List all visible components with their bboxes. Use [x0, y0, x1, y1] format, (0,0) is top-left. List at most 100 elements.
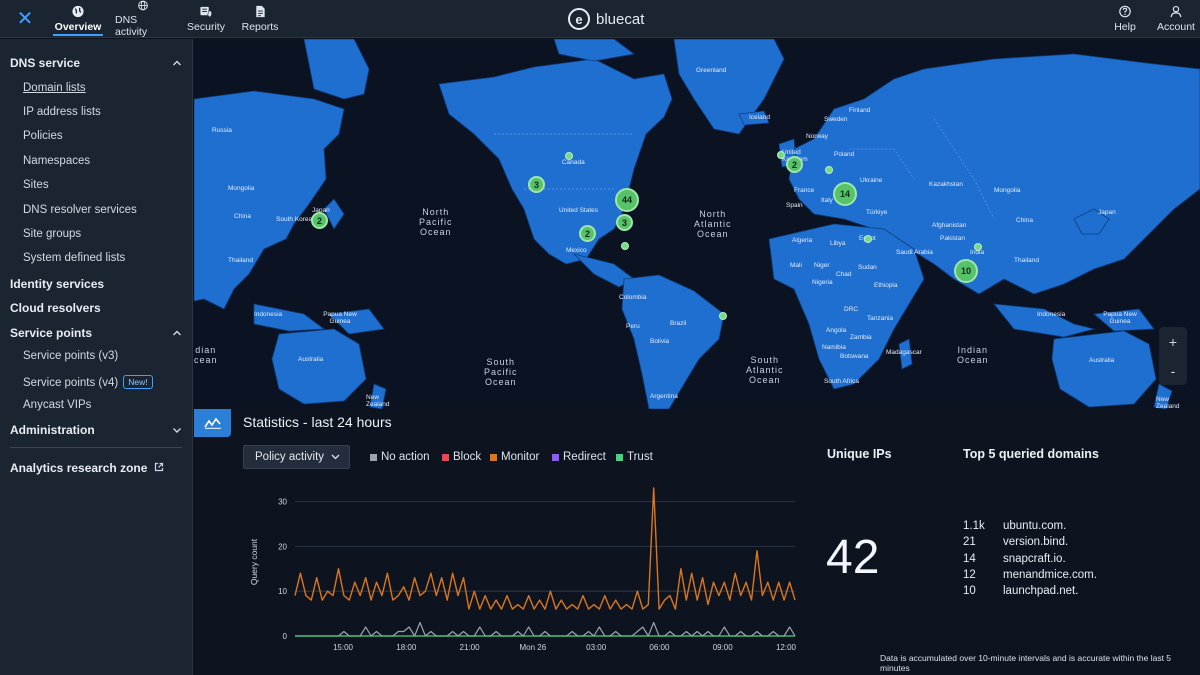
ocean-label: South Pacific Ocean [484, 357, 518, 387]
sidebar-section-cloud-resolvers[interactable]: Cloud resolvers [10, 301, 101, 315]
ocean-label: dian cean [194, 345, 218, 365]
help-icon [1119, 5, 1131, 18]
location-cluster[interactable]: 2 [786, 156, 803, 173]
statistics-icon [194, 409, 231, 437]
top5-count: 21 [963, 536, 976, 548]
top5-row[interactable]: 1.1k ubuntu.com. [963, 520, 1066, 532]
security-icon [200, 6, 212, 18]
map-label: Mexico [566, 247, 587, 254]
location-marker[interactable] [565, 152, 573, 160]
x-tick-label: 21:00 [460, 643, 481, 652]
sidebar-item-dns-resolver-services[interactable]: DNS resolver services [23, 204, 137, 216]
tab-dns-activity[interactable]: DNS activity [115, 0, 171, 38]
location-marker[interactable] [719, 312, 727, 320]
sidebar-item-domain-lists[interactable]: Domain lists [23, 82, 86, 94]
world-map[interactable]: Russia Mongolia China South Korea Japan … [194, 39, 1200, 409]
location-marker[interactable] [777, 151, 785, 159]
sidebar-section-service-points[interactable]: Service points [10, 326, 92, 340]
account-button[interactable]: Account [1156, 0, 1196, 38]
location-marker[interactable] [864, 235, 872, 243]
location-marker[interactable] [974, 243, 982, 251]
map-label: Australia [298, 356, 324, 363]
sidebar-item-site-groups[interactable]: Site groups [23, 228, 81, 240]
sidebar-section-identity-services[interactable]: Identity services [10, 277, 104, 291]
map-label: Japan [1098, 209, 1116, 216]
tab-security[interactable]: Security [187, 0, 225, 38]
top5-domain: version.bind. [1003, 536, 1069, 548]
help-label: Help [1114, 21, 1136, 33]
top5-row[interactable]: 10 launchpad.net. [963, 585, 1078, 597]
location-cluster[interactable]: 44 [615, 188, 639, 212]
map-label: Saudi Arabia [896, 249, 933, 256]
legend-redirect[interactable]: Redirect [552, 451, 606, 463]
top5-domain: menandmice.com. [1003, 569, 1097, 581]
legend-label: Redirect [563, 451, 606, 463]
bluecat-logo-icon: e [568, 8, 590, 30]
sidebar-item-ip-address-lists[interactable]: IP address lists [23, 106, 101, 118]
map-label: South Korea [276, 216, 313, 223]
legend-no-action[interactable]: No action [370, 451, 430, 463]
policy-activity-label: Policy activity [255, 451, 325, 463]
map-label: Namibia [822, 344, 846, 351]
top-bar: ✕ Overview DNS activity Security Reports… [0, 0, 1200, 38]
map-label: Libya [830, 240, 846, 247]
sidebar-item-service-points-v3[interactable]: Service points (v3) [23, 350, 118, 362]
location-cluster[interactable]: 14 [833, 182, 857, 206]
sidebar-section-administration[interactable]: Administration [10, 423, 95, 437]
top5-row[interactable]: 14 snapcraft.io. [963, 553, 1066, 565]
help-button[interactable]: Help [1112, 0, 1138, 38]
external-link-icon [154, 462, 163, 472]
location-marker[interactable] [621, 242, 629, 250]
map-label: Thailand [1014, 257, 1039, 264]
map-label: Madagascar [886, 349, 922, 356]
sidebar-item-sites[interactable]: Sites [23, 179, 49, 191]
sidebar-item-service-points-v4[interactable]: Service points (v4) New! [23, 375, 153, 389]
unique-ips-value: 42 [826, 531, 880, 584]
legend-label: Trust [627, 451, 653, 463]
map-label: Finland [849, 107, 871, 114]
map-label: Peru [626, 323, 640, 330]
legend-block[interactable]: Block [442, 451, 481, 463]
chevron-up-icon[interactable] [172, 58, 182, 68]
map-label: Papua New Guinea [1103, 311, 1137, 325]
map-label: Chad [836, 271, 852, 278]
location-cluster[interactable]: 3 [528, 176, 545, 193]
tab-reports[interactable]: Reports [242, 0, 278, 38]
map-label: Algeria [792, 237, 813, 244]
sidebar-item-anycast-vips[interactable]: Anycast VIPs [23, 399, 91, 411]
zoom-out-button[interactable]: - [1159, 356, 1187, 385]
sidebar-item-policies[interactable]: Policies [23, 130, 63, 142]
top5-row[interactable]: 21 version.bind. [963, 536, 1068, 548]
chevron-down-icon[interactable] [172, 425, 182, 435]
policy-activity-dropdown[interactable]: Policy activity [243, 445, 350, 469]
query-count-chart[interactable]: 0 10 20 30 Query count 15:00 18:00 21:00 Mon 26 0… [240, 480, 810, 655]
tab-overview[interactable]: Overview [53, 0, 103, 38]
sidebar-item-namespaces[interactable]: Namespaces [23, 155, 90, 167]
zoom-in-button[interactable]: + [1159, 327, 1187, 356]
map-label: Colombia [619, 294, 647, 301]
top5-row[interactable]: 12 menandmice.com. [963, 569, 1097, 581]
map-label: Thailand [228, 257, 253, 264]
report-icon [256, 5, 265, 18]
legend-trust[interactable]: Trust [616, 451, 653, 463]
legend-label: Block [453, 451, 482, 463]
legend-monitor[interactable]: Monitor [490, 451, 539, 463]
location-cluster[interactable]: 2 [579, 225, 596, 242]
chevron-up-icon[interactable] [172, 328, 182, 338]
location-cluster[interactable]: 3 [616, 214, 633, 231]
unique-ips-title: Unique IPs [827, 447, 892, 461]
indonesia [993, 303, 1096, 338]
map-label: Niger [814, 262, 830, 269]
sidebar-section-dns-service[interactable]: DNS service [10, 56, 80, 70]
ocean-label: South Atlantic Ocean [746, 355, 784, 385]
brand-name: bluecat [596, 10, 645, 28]
map-label: Australia [1089, 357, 1115, 364]
location-marker[interactable] [825, 166, 833, 174]
legend-swatch [442, 453, 449, 461]
sidebar-item-system-defined-lists[interactable]: System defined lists [23, 252, 125, 264]
location-cluster[interactable]: 10 [954, 259, 978, 283]
sidebar-item-analytics-research-zone[interactable]: Analytics research zone [10, 461, 164, 475]
close-icon[interactable]: ✕ [14, 9, 36, 31]
top5-count: 12 [963, 569, 976, 581]
location-cluster[interactable]: 2 [311, 212, 328, 229]
